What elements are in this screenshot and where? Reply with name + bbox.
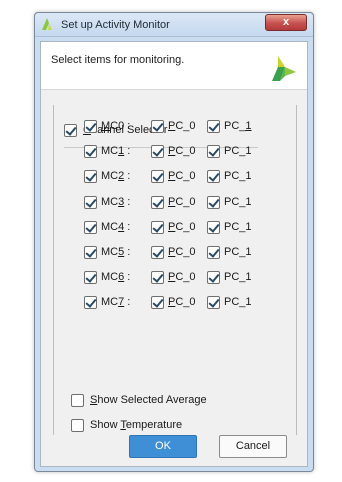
pc0-checkbox[interactable] xyxy=(151,246,164,259)
mc-checkbox[interactable] xyxy=(84,271,97,284)
pc1-checkbox[interactable] xyxy=(207,170,220,183)
pc1-checkbox[interactable] xyxy=(207,120,220,133)
pc0-checkbox[interactable] xyxy=(151,221,164,234)
mc-checkbox[interactable] xyxy=(84,221,97,234)
dialog-header: Select items for monitoring. xyxy=(41,42,307,90)
mc-checkbox[interactable] xyxy=(84,120,97,133)
mc-checkbox[interactable] xyxy=(84,145,97,158)
mc-label[interactable]: MC3 : xyxy=(101,196,130,209)
title-bar[interactable]: Set up Activity Monitor x xyxy=(35,13,313,37)
pc1-label[interactable]: PC_1 xyxy=(224,145,252,158)
pc1-label[interactable]: PC_1 xyxy=(224,196,252,209)
ok-button[interactable]: OK xyxy=(129,435,197,458)
pc1-checkbox[interactable] xyxy=(207,145,220,158)
mc-label[interactable]: MC6 : xyxy=(101,271,130,284)
pc1-label[interactable]: PC_1 xyxy=(224,170,252,183)
pc1-label[interactable]: PC_1 xyxy=(224,221,252,234)
close-icon: x xyxy=(282,16,290,28)
mc-label[interactable]: MC1 : xyxy=(101,145,130,158)
show-selected-average-checkbox[interactable] xyxy=(71,394,84,407)
pc0-label[interactable]: PC_0 xyxy=(168,296,196,309)
pc1-label[interactable]: PC_1 xyxy=(224,120,252,133)
pc0-label[interactable]: PC_0 xyxy=(168,170,196,183)
mc-checkbox[interactable] xyxy=(84,170,97,183)
pc0-checkbox[interactable] xyxy=(151,296,164,309)
mc-label[interactable]: MC0 : xyxy=(101,120,130,133)
pc0-label[interactable]: PC_0 xyxy=(168,221,196,234)
brand-logo-icon xyxy=(272,56,296,81)
pc1-checkbox[interactable] xyxy=(207,196,220,209)
close-button[interactable]: x xyxy=(265,14,307,31)
show-selected-average-label[interactable]: Show Selected Average xyxy=(90,394,207,407)
pc1-label[interactable]: PC_1 xyxy=(224,246,252,259)
mc-checkbox[interactable] xyxy=(84,196,97,209)
channel-selector-checkbox[interactable] xyxy=(64,124,77,137)
pc0-label[interactable]: PC_0 xyxy=(168,196,196,209)
mc-label[interactable]: MC7 : xyxy=(101,296,130,309)
pc0-checkbox[interactable] xyxy=(151,170,164,183)
pc1-label[interactable]: PC_1 xyxy=(224,296,252,309)
pc1-checkbox[interactable] xyxy=(207,246,220,259)
pc0-label[interactable]: PC_0 xyxy=(168,145,196,158)
pc0-label[interactable]: PC_0 xyxy=(168,271,196,284)
pc0-checkbox[interactable] xyxy=(151,145,164,158)
dialog-window: Set up Activity Monitor x Select items f… xyxy=(34,12,314,472)
mc-label[interactable]: MC2 : xyxy=(101,170,130,183)
show-temperature-checkbox[interactable] xyxy=(71,419,84,432)
mc-checkbox[interactable] xyxy=(84,246,97,259)
cancel-button[interactable]: Cancel xyxy=(219,435,287,458)
pc0-checkbox[interactable] xyxy=(151,196,164,209)
pc0-checkbox[interactable] xyxy=(151,271,164,284)
pc1-checkbox[interactable] xyxy=(207,271,220,284)
monitoring-options: Channel Selector MC0 :PC_0PC_1MC1 :PC_0P… xyxy=(53,105,297,435)
pc1-checkbox[interactable] xyxy=(207,221,220,234)
show-temperature-label[interactable]: Show Temperature xyxy=(90,419,182,432)
pc0-checkbox[interactable] xyxy=(151,120,164,133)
window-title: Set up Activity Monitor xyxy=(61,19,170,31)
app-logo-icon xyxy=(42,18,52,30)
pc0-label[interactable]: PC_0 xyxy=(168,246,196,259)
mc-checkbox[interactable] xyxy=(84,296,97,309)
pc0-label[interactable]: PC_0 xyxy=(168,120,196,133)
pc1-label[interactable]: PC_1 xyxy=(224,271,252,284)
dialog-client-area: Select items for monitoring. Channel Sel… xyxy=(40,41,308,467)
mc-label[interactable]: MC4 : xyxy=(101,221,130,234)
instruction-text: Select items for monitoring. xyxy=(51,54,185,66)
mc-label[interactable]: MC5 : xyxy=(101,246,130,259)
pc1-checkbox[interactable] xyxy=(207,296,220,309)
